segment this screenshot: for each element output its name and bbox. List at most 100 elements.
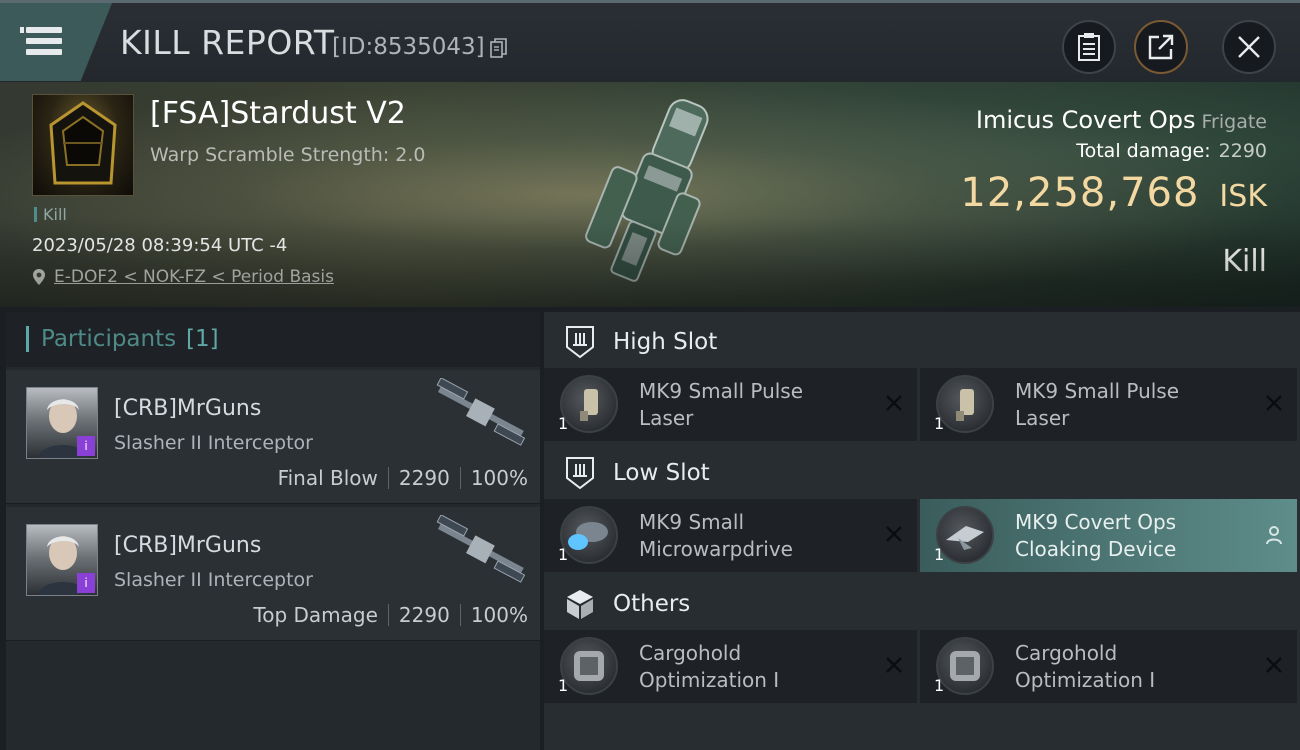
participant-ship-image <box>436 378 526 446</box>
participant-card[interactable]: i [CRB]MrGuns Slasher II Interceptor Fin… <box>6 370 540 504</box>
person-icon <box>1266 526 1282 545</box>
module-quantity: 1 <box>934 545 945 564</box>
others-header: Others <box>544 579 1300 629</box>
report-id: [ID:8535043] <box>332 34 485 60</box>
victim-portrait[interactable] <box>32 94 134 196</box>
module-name-line: MK9 Small Pulse <box>1015 379 1180 403</box>
isk-loss: 12,258,768 ISK <box>960 170 1267 216</box>
participant-portrait[interactable]: i <box>26 387 98 459</box>
module-quantity: 1 <box>558 414 569 433</box>
module-quantity: 1 <box>934 414 945 433</box>
module-item[interactable]: 1 Cargohold Optimization I <box>544 630 917 703</box>
destroyed-icon <box>886 395 902 411</box>
victim-ship-line: Imicus Covert Ops Frigate <box>976 106 1267 134</box>
module-name-line: Laser <box>639 406 694 430</box>
module-item[interactable]: 1 MK9 Small Pulse Laser <box>544 368 917 441</box>
module-name: Cargohold Optimization I <box>1015 640 1245 694</box>
module-name-line: MK9 Small <box>639 510 744 534</box>
pulse-laser-icon <box>560 375 618 433</box>
victim-pilot-name[interactable]: [FSA]Stardust V2 <box>150 96 406 131</box>
participant-card[interactable]: i [CRB]MrGuns Slasher II Interceptor Top… <box>6 507 540 641</box>
participants-panel: Participants [1] i [CRB]MrGuns Slasher I… <box>6 312 540 750</box>
participant-badge: i <box>77 573 95 593</box>
participant-damage: 2290 <box>398 466 450 490</box>
participant-percent: 100% <box>470 466 528 490</box>
participants-accent-bar <box>26 326 29 352</box>
others-title: Others <box>613 591 691 617</box>
module-name: MK9 Small Pulse Laser <box>639 378 869 432</box>
stat-divider <box>459 467 461 489</box>
module-name-line: Laser <box>1015 406 1070 430</box>
page-title: KILL REPORT <box>120 23 335 62</box>
close-button[interactable] <box>1222 20 1276 74</box>
participant-role: Final Blow <box>277 466 378 490</box>
cargohold-icon <box>560 637 618 695</box>
low-slot-title: Low Slot <box>613 460 710 486</box>
copy-icon[interactable] <box>490 38 508 58</box>
destroyed-icon <box>1266 395 1282 411</box>
module-item[interactable]: 1 MK9 Small Microwarpdrive <box>544 499 917 572</box>
total-damage: Total damage: 2290 <box>1076 140 1267 162</box>
module-name-line: Microwarpdrive <box>639 537 793 561</box>
share-icon <box>1148 34 1174 60</box>
participants-count: [1] <box>186 326 219 352</box>
result-label: Kill <box>1222 244 1267 279</box>
isk-unit: ISK <box>1219 179 1267 214</box>
participant-stats: Top Damage 2290 100% <box>253 603 528 627</box>
module-name-line: Cloaking Device <box>1015 537 1177 561</box>
clipboard-icon <box>1078 33 1100 61</box>
destroyed-icon <box>1266 657 1282 673</box>
low-slot-header: Low Slot <box>544 448 1300 498</box>
module-item[interactable]: 1 Cargohold Optimization I <box>920 630 1297 703</box>
stat-divider <box>387 467 389 489</box>
participant-name[interactable]: [CRB]MrGuns <box>114 533 261 558</box>
module-name-line: Cargohold <box>639 641 742 665</box>
module-name-line: Cargohold <box>1015 641 1118 665</box>
module-quantity: 1 <box>934 676 945 695</box>
participant-ship-image <box>436 515 526 583</box>
participant-ship: Slasher II Interceptor <box>114 432 313 454</box>
participant-portrait[interactable]: i <box>26 524 98 596</box>
location-link[interactable]: E-DOF2 < NOK-FZ < Period Basis <box>32 267 334 287</box>
module-name: MK9 Small Microwarpdrive <box>639 509 869 563</box>
high-slot-icon <box>566 326 594 359</box>
participant-badge: i <box>77 436 95 456</box>
module-item[interactable]: 1 MK9 Small Pulse Laser <box>920 368 1297 441</box>
cloaking-device-icon <box>936 506 994 564</box>
module-name-line: MK9 Covert Ops <box>1015 510 1177 534</box>
participant-percent: 100% <box>470 603 528 627</box>
kill-timestamp: 2023/05/28 08:39:54 UTC -4 <box>32 235 288 256</box>
victim-ship-class: Frigate <box>1201 111 1267 133</box>
fittings-panel: High Slot 1 MK9 Small Pulse Laser 1 MK9 … <box>544 312 1300 750</box>
participant-ship: Slasher II Interceptor <box>114 569 313 591</box>
module-name-line: Optimization I <box>639 668 780 692</box>
module-name: MK9 Small Pulse Laser <box>1015 378 1245 432</box>
location-pin-icon <box>33 269 45 285</box>
high-slot-header: High Slot <box>544 317 1300 367</box>
participant-role: Top Damage <box>253 603 378 627</box>
module-name: MK9 Covert Ops Cloaking Device <box>1015 509 1245 563</box>
low-slot-icon <box>566 457 594 490</box>
module-name: Cargohold Optimization I <box>639 640 869 694</box>
participant-name[interactable]: [CRB]MrGuns <box>114 396 261 421</box>
share-button[interactable] <box>1134 20 1188 74</box>
total-damage-label: Total damage: <box>1076 140 1211 162</box>
module-name-line: Optimization I <box>1015 668 1156 692</box>
location-text[interactable]: E-DOF2 < NOK-FZ < Period Basis <box>54 267 334 287</box>
module-item-dropped[interactable]: 1 MK9 Covert Ops Cloaking Device <box>920 499 1297 572</box>
stat-divider <box>387 604 389 626</box>
participants-header: Participants [1] <box>6 312 540 367</box>
module-quantity: 1 <box>558 676 569 695</box>
victim-ship-name[interactable]: Imicus Covert Ops <box>976 106 1196 134</box>
warp-scramble-strength: Warp Scramble Strength: 2.0 <box>150 144 426 166</box>
cube-icon <box>567 590 593 619</box>
destroyed-icon <box>886 657 902 673</box>
module-name-line: MK9 Small Pulse <box>639 379 804 403</box>
hamburger-menu-icon[interactable] <box>20 23 66 59</box>
participant-damage: 2290 <box>398 603 450 627</box>
clipboard-button[interactable] <box>1062 20 1116 74</box>
isk-value: 12,258,768 <box>960 170 1200 216</box>
microwarpdrive-icon <box>560 506 618 564</box>
victim-ship-image <box>585 99 709 282</box>
cargohold-icon <box>936 637 994 695</box>
